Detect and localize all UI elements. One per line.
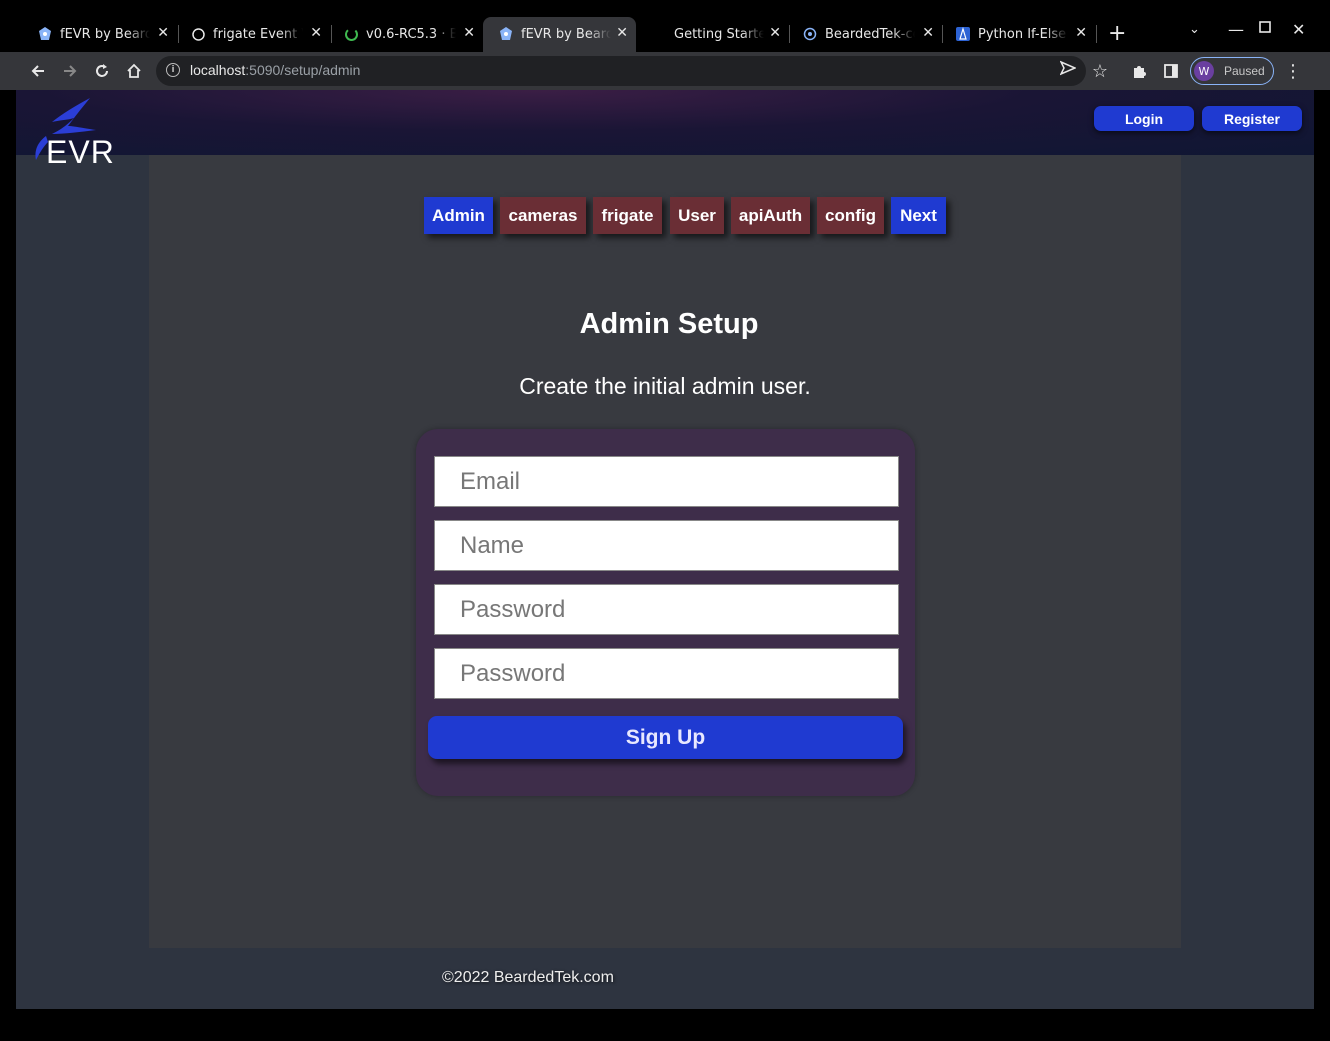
minimize-icon[interactable]: — bbox=[1228, 20, 1244, 39]
profile-status: Paused bbox=[1224, 64, 1265, 78]
back-arrow-icon[interactable] bbox=[26, 59, 50, 83]
close-icon[interactable]: ✕ bbox=[463, 25, 475, 41]
browser-tab-active[interactable]: fEVR by BeardedTek ✕ bbox=[483, 17, 636, 52]
next-button[interactable]: Next bbox=[891, 197, 946, 234]
close-icon[interactable]: ✕ bbox=[769, 25, 781, 41]
web-page: EVR Login Register Admin cameras frigate… bbox=[16, 90, 1314, 1009]
url-text: localhost:5090/setup/admin bbox=[190, 62, 361, 78]
tab-title: frigate Event Viewer bbox=[213, 27, 303, 42]
fevr-icon bbox=[38, 27, 52, 41]
tab-title: Python If-Else bbox=[978, 27, 1067, 42]
browser-tab[interactable]: Getting Started ✕ bbox=[636, 17, 789, 52]
window-close-icon[interactable]: ✕ bbox=[1292, 20, 1305, 39]
maximize-icon[interactable] bbox=[1259, 18, 1271, 37]
tab-title: fEVR by BeardedTek bbox=[521, 27, 611, 42]
close-icon[interactable]: ✕ bbox=[157, 25, 169, 41]
password-field[interactable]: Password bbox=[434, 584, 899, 635]
browser-tab[interactable]: v0.6-RC5.3 · BeardedTek ✕ bbox=[328, 17, 483, 52]
close-icon[interactable]: ✕ bbox=[616, 25, 628, 41]
bookmark-star-icon[interactable]: ☆ bbox=[1088, 59, 1112, 83]
password-confirm-field[interactable]: Password bbox=[434, 648, 899, 699]
signup-form: Email Name Password Password Sign Up bbox=[416, 429, 915, 796]
site-header: EVR Login Register bbox=[16, 90, 1314, 170]
email-field[interactable]: Email bbox=[434, 456, 899, 507]
browser-tab[interactable]: BeardedTek-com ✕ bbox=[787, 17, 942, 52]
home-icon[interactable] bbox=[122, 59, 146, 83]
send-tab-icon[interactable] bbox=[1059, 60, 1077, 80]
new-tab-plus-icon[interactable]: + bbox=[1108, 21, 1126, 46]
address-bar[interactable]: i localhost:5090/setup/admin bbox=[156, 56, 1086, 86]
fevr-logo[interactable]: EVR bbox=[30, 96, 120, 170]
footer-copyright: ©2022 BeardedTek.com bbox=[442, 969, 614, 986]
browser-tab[interactable]: fEVR by BeardedTek ✕ bbox=[22, 17, 177, 52]
settings-icon bbox=[803, 27, 817, 41]
page-subtitle: Create the initial admin user. bbox=[519, 373, 811, 399]
setup-steps-nav: Admin cameras frigate User apiAuth confi… bbox=[16, 197, 1314, 237]
window-bottom-border bbox=[0, 1009, 1330, 1041]
extensions-puzzle-icon[interactable] bbox=[1127, 59, 1151, 83]
tab-separator bbox=[1096, 25, 1097, 43]
github-circle-icon bbox=[191, 27, 205, 41]
browser-tab[interactable]: Python If-Else ✕ bbox=[940, 17, 1095, 52]
browser-toolbar: i localhost:5090/setup/admin ☆ W Paused … bbox=[0, 52, 1330, 90]
more-menu-icon[interactable]: ⋮ bbox=[1281, 59, 1305, 83]
sign-up-button[interactable]: Sign Up bbox=[428, 716, 903, 759]
logo-text: EVR bbox=[46, 134, 115, 170]
tab-search-chevron-icon[interactable]: ⌄ bbox=[1189, 22, 1200, 37]
avatar: W bbox=[1194, 61, 1214, 81]
step-admin[interactable]: Admin bbox=[424, 197, 493, 234]
site-info-icon[interactable]: i bbox=[166, 63, 180, 77]
github-icon bbox=[344, 27, 358, 41]
step-config[interactable]: config bbox=[817, 197, 884, 234]
step-user[interactable]: User bbox=[670, 197, 724, 234]
step-cameras[interactable]: cameras bbox=[500, 197, 586, 234]
browser-tab-bar: fEVR by BeardedTek ✕ frigate Event Viewe… bbox=[0, 0, 1330, 52]
step-frigate[interactable]: frigate bbox=[593, 197, 662, 234]
tab-title: Getting Started bbox=[674, 27, 764, 42]
close-icon[interactable]: ✕ bbox=[310, 25, 322, 41]
login-button[interactable]: Login bbox=[1094, 106, 1194, 131]
tab-title: BeardedTek-com bbox=[825, 27, 915, 42]
profile-button[interactable]: W Paused bbox=[1190, 57, 1274, 85]
register-button[interactable]: Register bbox=[1202, 106, 1302, 131]
forward-arrow-icon[interactable] bbox=[58, 59, 82, 83]
close-icon[interactable]: ✕ bbox=[922, 25, 934, 41]
fevr-icon bbox=[499, 27, 513, 41]
name-field[interactable]: Name bbox=[434, 520, 899, 571]
tab-title: fEVR by BeardedTek bbox=[60, 27, 150, 42]
reload-icon[interactable] bbox=[90, 59, 114, 83]
tab-title: v0.6-RC5.3 · BeardedTek bbox=[366, 27, 456, 42]
page-title: Admin Setup bbox=[579, 308, 759, 340]
step-apiauth[interactable]: apiAuth bbox=[731, 197, 810, 234]
side-panel-icon[interactable] bbox=[1159, 59, 1183, 83]
browser-tab[interactable]: frigate Event Viewer ✕ bbox=[175, 17, 330, 52]
w3-icon bbox=[956, 27, 970, 41]
close-icon[interactable]: ✕ bbox=[1075, 25, 1087, 41]
